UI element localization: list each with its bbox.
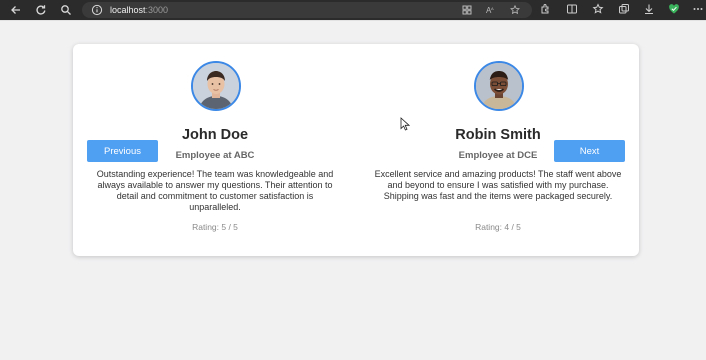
previous-button[interactable]: Previous [87,140,158,162]
browser-essentials-icon[interactable] [668,3,680,15]
mouse-cursor-icon [400,117,410,131]
apps-icon[interactable] [462,5,472,15]
svg-text:A: A [491,6,494,11]
download-icon[interactable] [643,3,655,15]
favorite-star-icon[interactable] [510,5,520,15]
testimonial-quote: Excellent service and amazing products! … [374,169,622,201]
avatar [191,61,241,111]
more-menu-icon[interactable] [692,3,704,15]
refresh-icon[interactable] [33,2,49,18]
address-bar[interactable]: localhost:3000 AA [82,2,532,18]
browser-toolbar: localhost:3000 AA [0,0,706,20]
collections-icon[interactable] [618,3,630,15]
split-screen-icon[interactable] [566,3,578,15]
back-icon[interactable] [8,2,24,18]
testimonial-rating: Rating: 4 / 5 [475,222,521,232]
testimonial-quote: Outstanding experience! The team was kno… [96,169,334,212]
site-info-icon[interactable] [91,4,103,16]
read-aloud-icon[interactable]: AA [486,5,496,15]
next-button[interactable]: Next [554,140,625,162]
avatar [474,61,524,111]
testimonial-rating: Rating: 5 / 5 [192,222,238,232]
testimonial-carousel-card: John Doe Employee at ABC Outstanding exp… [73,44,639,256]
favorites-icon[interactable] [592,3,604,15]
url-text: localhost:3000 [110,5,169,15]
extensions-icon[interactable] [539,3,551,15]
search-icon[interactable] [58,2,74,18]
page-viewport: John Doe Employee at ABC Outstanding exp… [0,20,706,360]
